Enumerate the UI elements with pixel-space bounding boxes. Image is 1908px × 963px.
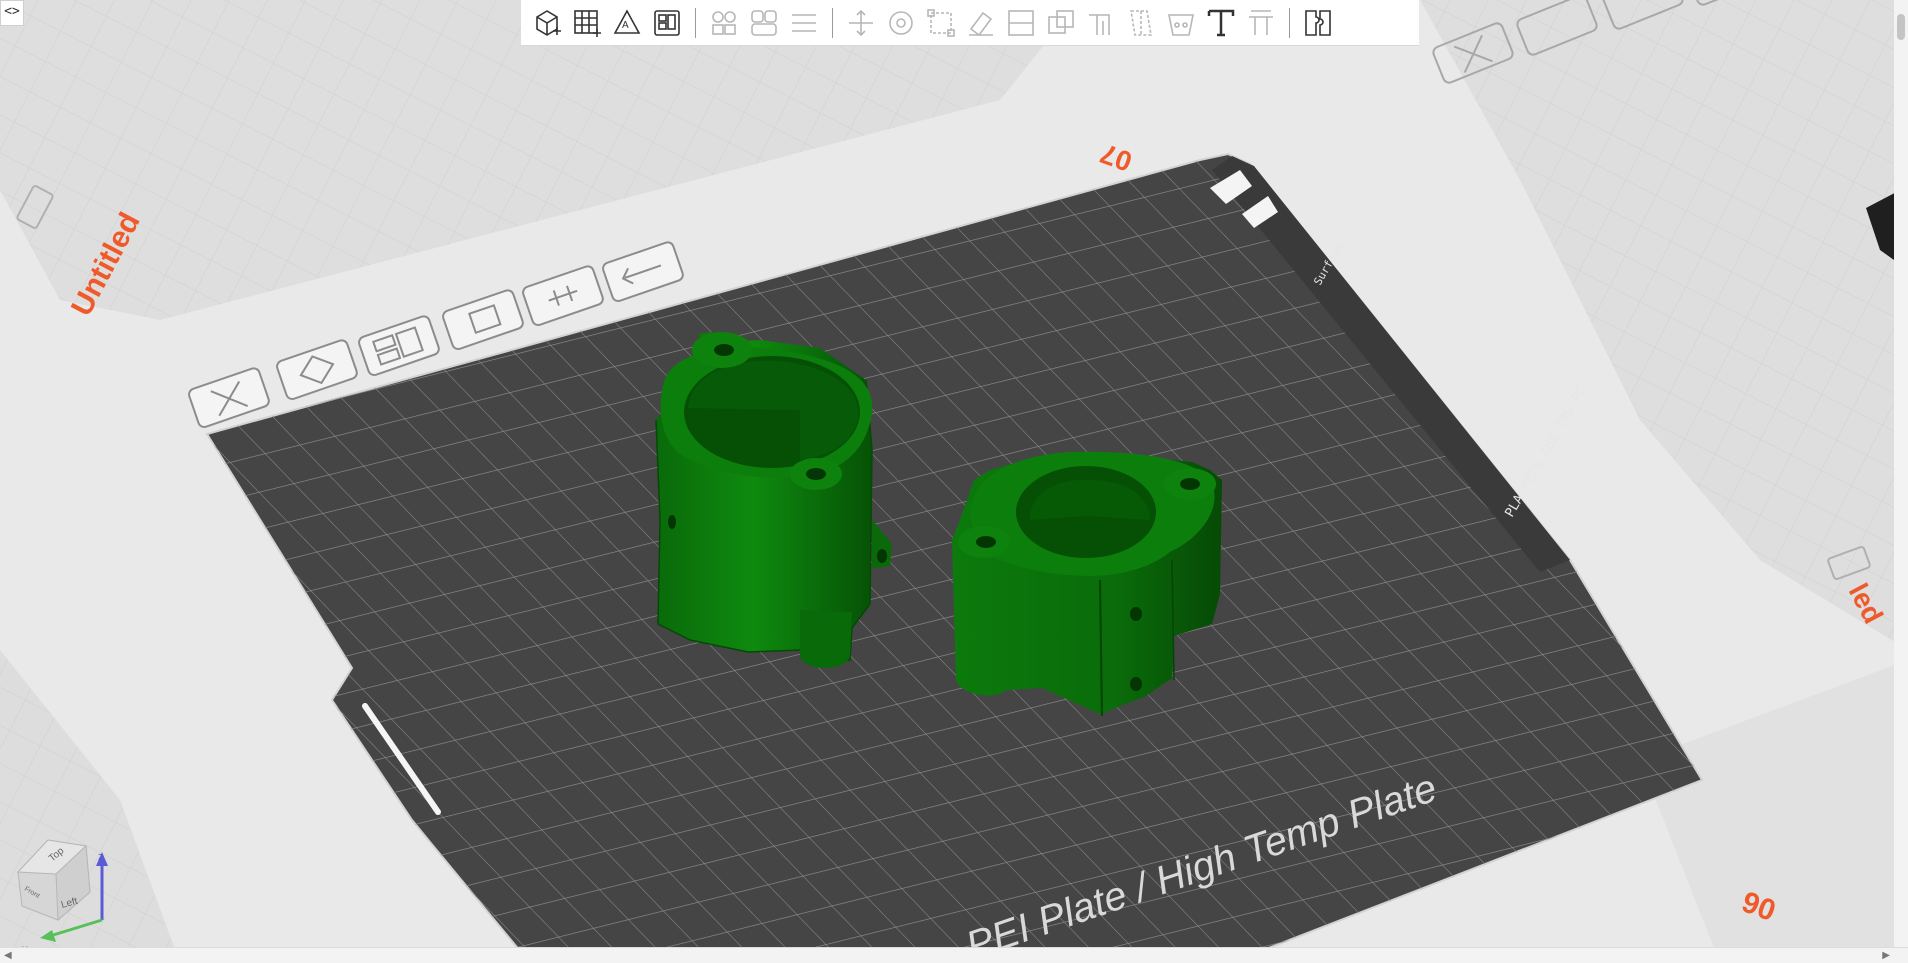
seam-paint-icon	[1130, 9, 1152, 36]
vertical-scrollbar[interactable]	[1894, 0, 1908, 948]
erase-icon	[969, 11, 993, 36]
support-paint-icon	[1089, 13, 1110, 35]
support-paint-button[interactable]	[1081, 3, 1121, 43]
move-icon	[849, 9, 873, 36]
mmu-paint-button[interactable]	[1161, 3, 1201, 43]
move-button[interactable]	[841, 3, 881, 43]
boolean-button[interactable]	[1041, 3, 1081, 43]
scale-button[interactable]	[921, 3, 961, 43]
text-button[interactable]	[1201, 3, 1241, 43]
seam-paint-button[interactable]	[1121, 3, 1161, 43]
cut-icon	[1008, 9, 1034, 36]
model-object-1[interactable]	[655, 332, 892, 668]
boolean-icon	[1048, 9, 1074, 34]
scroll-right-icon[interactable]: ▶	[1882, 948, 1890, 963]
measure-button[interactable]	[1241, 3, 1281, 43]
split-objects-icon	[712, 10, 736, 35]
text-icon	[1207, 9, 1235, 36]
add-cube-icon	[536, 9, 561, 36]
split-parts-icon	[751, 9, 777, 36]
horizontal-scrollbar[interactable]: ◀ ▶	[0, 947, 1908, 963]
3d-viewport[interactable]: led Untitled Surface PLA PETG ABS TPU PC…	[0, 0, 1908, 963]
auto-orient-button[interactable]: A	[607, 3, 647, 43]
add-plate-icon	[574, 9, 601, 37]
mmu-paint-icon	[1168, 13, 1194, 36]
scale-icon	[927, 8, 955, 37]
main-toolbar: A	[521, 0, 1419, 46]
measure-icon	[1249, 9, 1273, 35]
toolbar-separator	[832, 7, 833, 38]
split-parts-button[interactable]	[744, 3, 784, 43]
toolbar-separator	[1289, 7, 1290, 38]
erase-button[interactable]	[961, 3, 1001, 43]
rotate-button[interactable]	[881, 3, 921, 43]
toolbar-separator	[695, 7, 696, 38]
add-plate-button[interactable]	[567, 3, 607, 43]
assembly-button[interactable]	[1298, 3, 1338, 43]
add-cube-button[interactable]	[527, 3, 567, 43]
split-objects-button[interactable]	[704, 3, 744, 43]
collapse-sidebar-button[interactable]: <>	[0, 0, 24, 26]
layers-icon	[792, 13, 816, 32]
arrange-icon	[654, 9, 680, 36]
layers-button[interactable]	[784, 3, 824, 43]
scroll-left-icon[interactable]: ◀	[4, 948, 12, 963]
rotate-icon	[889, 10, 913, 35]
assembly-icon	[1305, 9, 1331, 36]
cut-button[interactable]	[1001, 3, 1041, 43]
arrange-button[interactable]	[647, 3, 687, 43]
scrollbar-thumb[interactable]	[1897, 14, 1905, 40]
axis-z-label: z	[98, 851, 104, 863]
svg-text:A: A	[622, 20, 629, 31]
auto-orient-icon: A	[613, 8, 641, 34]
